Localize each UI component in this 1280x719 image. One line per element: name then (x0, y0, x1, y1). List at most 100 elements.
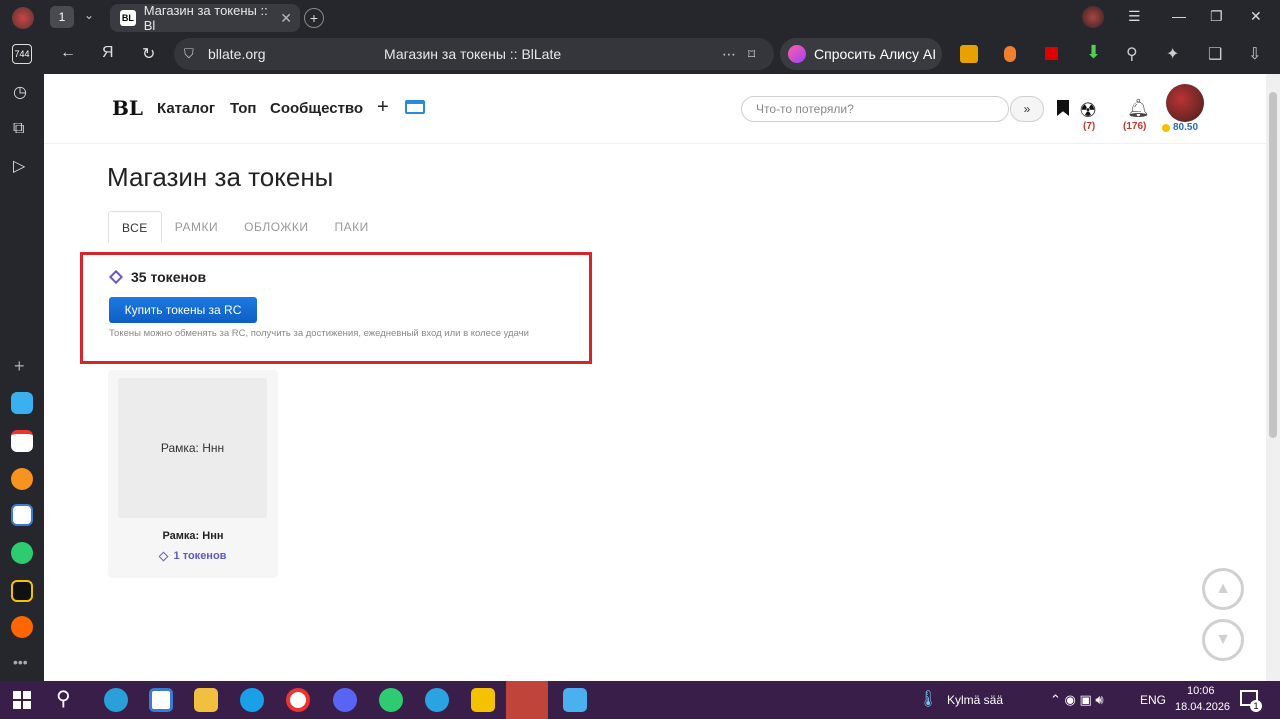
buy-tokens-button[interactable]: Купить токены за RC (109, 297, 257, 323)
address-page-title: Магазин за токены :: BlLate (384, 46, 562, 62)
tab-list-chevron-icon[interactable]: ⌄ (84, 8, 94, 22)
mail-ru-icon[interactable] (379, 688, 403, 712)
card-icon[interactable] (405, 100, 425, 114)
tasks-icon[interactable] (11, 542, 33, 564)
mail-icon[interactable] (11, 468, 33, 490)
play-icon[interactable]: ▷ (13, 156, 25, 176)
new-tab-button[interactable]: + (304, 8, 324, 28)
site-favicon-icon: BL (120, 10, 136, 26)
yandex-icon[interactable]: Я (102, 44, 114, 62)
minimize-icon[interactable]: — (1172, 8, 1186, 24)
menu-icon[interactable]: ☰ (1128, 8, 1141, 25)
tokens-balance-text: 35 токенов (131, 269, 207, 285)
browser-tabstrip: 1 ⌄ BL Магазин за токены :: Bl ✕ + ☰ — ❐… (0, 0, 1280, 34)
notification-count: (176) (1123, 121, 1147, 132)
tab-covers[interactable]: ОБЛОЖКИ (231, 211, 321, 243)
downloads-tray-icon[interactable]: ⇩ (1248, 44, 1261, 64)
balance-value: 80.50 (1173, 122, 1199, 133)
scroll-up-button[interactable]: ▲ (1202, 568, 1244, 610)
user-avatar[interactable] (1166, 84, 1204, 122)
nav-catalog[interactable]: Каталог (157, 100, 215, 117)
weather-text[interactable]: Kylmä sää (947, 693, 1003, 707)
browser-toolbar: ← Я ↻ ⛉ bllate.org Магазин за токены :: … (0, 34, 1280, 74)
search-icon[interactable]: ⚲ (56, 686, 71, 711)
taskbar-active-app[interactable] (506, 681, 548, 719)
start-icon[interactable] (13, 691, 31, 709)
web-page: BL Каталог Топ Сообщество + Что-то потер… (44, 74, 1266, 681)
shop-item-card[interactable]: Рамка: Ннн Рамка: Ннн 1 токенов (108, 370, 278, 578)
browser-tab-active[interactable]: BL Магазин за токены :: Bl ✕ (110, 3, 300, 33)
tab-frames[interactable]: РАМКИ (162, 211, 231, 243)
site-logo[interactable]: BL (112, 96, 143, 120)
site-search-input[interactable]: Что-то потеряли? (741, 96, 1009, 122)
nav-top[interactable]: Топ (230, 100, 256, 117)
page-scrollbar[interactable] (1266, 74, 1280, 681)
site-header: BL Каталог Топ Сообщество + Что-то потер… (44, 74, 1266, 144)
edge-icon[interactable] (104, 688, 128, 712)
kinopoisk-icon[interactable] (11, 616, 33, 638)
download-icon[interactable]: ⬇ (1086, 42, 1101, 63)
nav-community[interactable]: Сообщество (270, 100, 363, 117)
account-avatar-icon[interactable] (1082, 6, 1104, 28)
add-panel-icon[interactable]: + (14, 356, 25, 377)
restore-icon[interactable]: ❐ (1210, 8, 1223, 25)
weather-icon: 🌡︎ (918, 691, 939, 708)
gmail-icon[interactable] (11, 430, 33, 452)
shop-item-image[interactable]: Рамка: Ннн (118, 378, 267, 518)
radiation-icon[interactable]: ☢ (1079, 98, 1097, 123)
store-icon[interactable] (149, 688, 173, 712)
shop-tabs: ВСЕ РАМКИ ОБЛОЖКИ ПАКИ (108, 211, 382, 243)
screenshot-icon[interactable]: ⧉ (13, 120, 24, 138)
messenger-icon[interactable] (11, 392, 33, 414)
tab-close-icon[interactable]: ✕ (280, 10, 292, 27)
tab-all[interactable]: ВСЕ (108, 211, 162, 243)
tab-counter-button[interactable]: 1 (50, 6, 74, 28)
more-icon[interactable]: ⋯ (722, 46, 736, 63)
sidebar-counter-badge[interactable]: 744 (12, 44, 32, 64)
skype-icon[interactable] (240, 688, 264, 712)
discord-icon[interactable] (333, 688, 357, 712)
yandex-browser-icon[interactable] (286, 688, 310, 712)
extensions-icon[interactable]: ✦ (1166, 44, 1179, 64)
app-icon[interactable] (11, 504, 33, 526)
broken-image-alt: Рамка: Ннн (160, 441, 225, 455)
clock-time[interactable]: 10:06 (1187, 685, 1215, 697)
tokens-note: Токены можно обменять за RC, получить за… (109, 328, 529, 339)
profile-icon[interactable] (12, 7, 34, 29)
add-icon[interactable]: + (377, 96, 389, 119)
tray-icons[interactable]: ⌃ ◉ ▣ 🔊︎ (1050, 692, 1104, 708)
shop-item-title: Рамка: Ннн (162, 530, 224, 542)
user-balance: 80.50 (1162, 122, 1198, 133)
sidebar-more-icon[interactable]: ••• (13, 654, 28, 670)
notification-center-count: 1 (1250, 700, 1262, 712)
remote-desktop-icon[interactable] (563, 688, 587, 712)
address-bar[interactable]: ⛉ bllate.org Магазин за токены :: BlLate… (174, 38, 774, 70)
history-icon[interactable]: ◷ (13, 82, 27, 102)
extension-tool-icon[interactable]: ⚲ (1126, 44, 1138, 64)
tab-title: Магазин за токены :: Bl (143, 3, 268, 33)
collections-icon[interactable]: ❑ (1208, 44, 1222, 64)
scrollbar-thumb[interactable] (1269, 92, 1277, 438)
page-title: Магазин за токены (107, 162, 334, 192)
bell-icon[interactable]: 🔔︎ (1127, 98, 1150, 119)
reload-icon[interactable]: ↻ (142, 44, 155, 64)
shop-item-price: 1 токенов (108, 550, 278, 562)
ask-alice-button[interactable]: Спросить Алису AI (780, 38, 942, 70)
bookmark-icon[interactable]: ⌑ (748, 46, 755, 63)
clock-date[interactable]: 18.04.2026 (1175, 701, 1230, 713)
close-window-icon[interactable]: ✕ (1250, 8, 1262, 25)
scroll-down-button[interactable]: ▼ (1202, 619, 1244, 661)
tab-packs[interactable]: ПАКИ (321, 211, 381, 243)
extension-toggle-icon[interactable] (1004, 46, 1016, 62)
back-icon[interactable]: ← (60, 44, 76, 62)
bookmarks-icon[interactable] (1057, 100, 1069, 116)
telegram-icon[interactable] (425, 688, 449, 712)
search-submit-button[interactable]: » (1010, 96, 1044, 122)
extension-record-icon[interactable] (1045, 47, 1058, 60)
star-app-icon[interactable] (11, 580, 33, 602)
extension-shield-icon[interactable] (960, 45, 978, 63)
token-diamond-icon (108, 269, 124, 285)
file-explorer-icon[interactable] (194, 688, 218, 712)
language-indicator[interactable]: ENG (1140, 693, 1166, 707)
lock-app-icon[interactable] (471, 688, 495, 712)
